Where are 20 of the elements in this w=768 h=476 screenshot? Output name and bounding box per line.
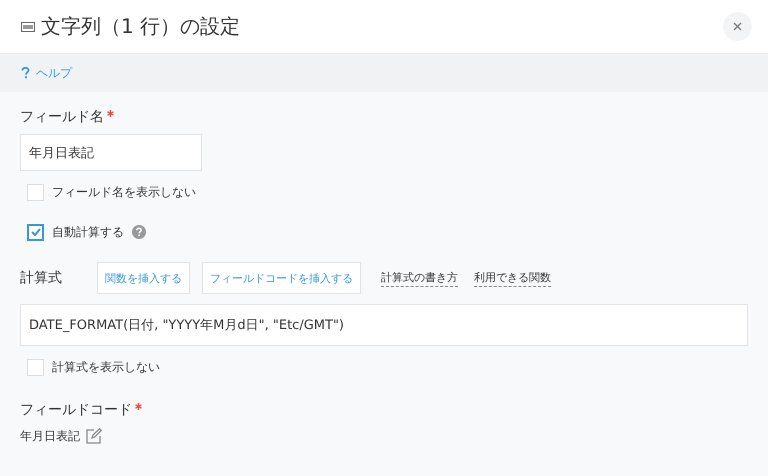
help-link[interactable]: 計算式の書き方: [381, 270, 458, 286]
checkbox-label: フィールド名を表示しない: [52, 184, 196, 200]
close-button[interactable]: [723, 12, 752, 41]
edit-button[interactable]: [85, 428, 102, 445]
field-code-label: フィールドコード: [20, 401, 132, 419]
checkbox-label: 計算式を表示しない: [52, 358, 160, 376]
field-name-label: フィールド名: [20, 108, 104, 126]
close-icon: [733, 22, 742, 31]
window-title: 文字列（1 行）の設定: [41, 13, 240, 40]
help-link[interactable]: 利用できる関数: [474, 270, 551, 286]
text-field-icon: [21, 22, 35, 32]
formula-label: 計算式: [20, 269, 63, 287]
edit-icon: [85, 428, 102, 445]
field-code-value: 年月日表記: [20, 428, 80, 445]
check-icon: [30, 228, 40, 236]
formula-input[interactable]: DATE_FORMAT(日付, "YYYY年M月d日", "Etc/GMT"): [20, 304, 748, 346]
question-icon: [21, 67, 30, 79]
checkbox[interactable]: [27, 224, 44, 240]
field-name-input[interactable]: 年月日表記: [20, 134, 202, 171]
checkbox-label: 自動計算する: [52, 224, 124, 240]
